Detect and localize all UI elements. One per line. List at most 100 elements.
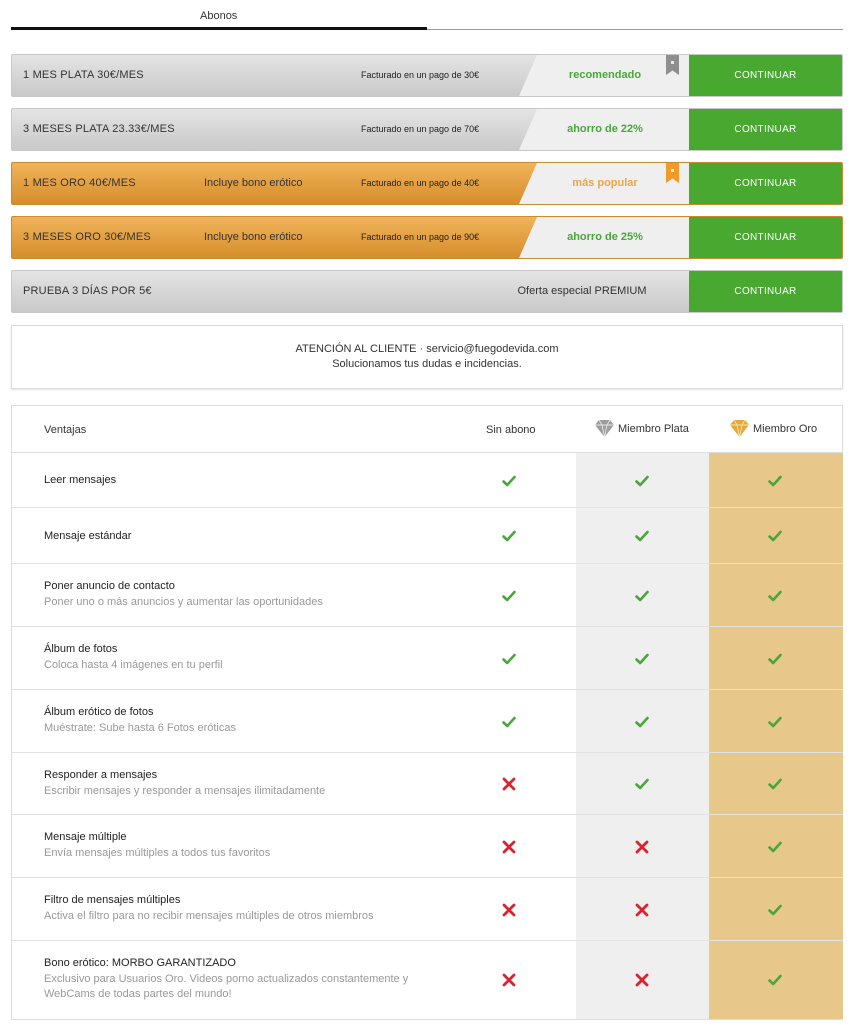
check-icon-plata [635, 715, 649, 729]
plans-list: 1 MES PLATA 30€/MES Facturado en un pago… [11, 54, 843, 324]
plan-extra: Incluye bono erótico [204, 231, 303, 243]
feature-text: Bono erótico: MORBO GARANTIZADO Exclusivo… [44, 957, 444, 1002]
header-ventajas: Ventajas [44, 424, 87, 436]
check-icon-sin-abono [502, 715, 516, 729]
plan-3-meses-plata: 3 MESES PLATA 23.33€/MES Facturado en un… [11, 108, 843, 151]
feature-title: Filtro de mensajes múltiples [44, 894, 181, 906]
plan-1-mes-plata: 1 MES PLATA 30€/MES Facturado en un pago… [11, 54, 843, 97]
features-header: Ventajas Sin abono Miembro Plata Miembro… [12, 406, 842, 453]
continue-button[interactable]: CONTINUAR [689, 55, 842, 96]
feature-text: Filtro de mensajes múltiples Activa el fi… [44, 894, 444, 924]
feature-text: Álbum erótico de fotos Muéstrate: Sube ha… [44, 706, 444, 736]
feature-title: Bono erótico: MORBO GARANTIZADO [44, 957, 236, 969]
check-icon-oro [768, 973, 782, 987]
feature-title: Responder a mensajes [44, 769, 158, 781]
check-icon-oro [768, 715, 782, 729]
plan-title: PRUEBA 3 DÍAS POR 5€ [23, 285, 152, 297]
header-miembro-plata: Miembro Plata [595, 420, 689, 437]
plan-badge: ahorro de 25% [567, 231, 643, 243]
feature-text: Mensaje múltiple Envía mensajes múltiples… [44, 831, 444, 861]
feature-description: Muéstrate: Sube hasta 6 Fotos eróticas [44, 722, 236, 734]
feature-row: Poner anuncio de contacto Poner uno o más… [12, 564, 843, 627]
gold-diamond-icon [730, 420, 749, 437]
header-miembro-oro-label: Miembro Oro [753, 422, 818, 435]
support-contact: ATENCIÓN AL CLIENTE · servicio@fuegodevi… [295, 343, 559, 355]
continue-button[interactable]: CONTINUAR [689, 217, 842, 258]
check-icon-oro [768, 777, 782, 791]
plan-billing: Facturado en un pago de 70€ [361, 124, 480, 134]
plan-extra: Incluye bono erótico [204, 177, 303, 189]
plan-1-mes-oro: 1 MES ORO 40€/MES Incluye bono erótico F… [11, 162, 843, 205]
plan-offer-label: Oferta especial PREMIUM [517, 285, 647, 297]
check-icon-sin-abono [502, 474, 516, 488]
feature-title: Álbum de fotos [44, 643, 118, 655]
feature-description: Envía mensajes múltiples a todos tus fav… [44, 847, 271, 859]
feature-title: Mensaje estándar [44, 530, 132, 542]
feature-description: Coloca hasta 4 imágenes en tu perfil [44, 659, 223, 671]
plan-billing: Facturado en un pago de 90€ [361, 232, 480, 242]
plan-badge-area: ahorro de 22% [519, 109, 691, 150]
feature-text: Álbum de fotos Coloca hasta 4 imágenes en… [44, 643, 444, 673]
cross-icon-sin-abono [502, 973, 516, 987]
plan-title: 3 MESES PLATA 23.33€/MES [23, 123, 175, 135]
check-icon-sin-abono [502, 529, 516, 543]
check-icon-oro [768, 589, 782, 603]
feature-title: Leer mensajes [44, 474, 117, 486]
continue-button[interactable]: CONTINUAR [689, 163, 842, 204]
plan-prueba: PRUEBA 3 DÍAS POR 5€ Oferta especial PRE… [11, 270, 843, 313]
check-icon-oro [768, 652, 782, 666]
check-icon-plata [635, 529, 649, 543]
feature-row: Álbum de fotos Coloca hasta 4 imágenes en… [12, 627, 843, 690]
silver-diamond-icon [595, 420, 614, 437]
feature-row: Leer mensajes [12, 453, 843, 508]
feature-text: Leer mensajes [44, 474, 116, 486]
plan-badge-area: ahorro de 25% [519, 217, 691, 258]
feature-row: Mensaje múltiple Envía mensajes múltiples… [12, 815, 843, 878]
check-icon-plata [635, 589, 649, 603]
cross-icon-plata [635, 973, 649, 987]
feature-row: Filtro de mensajes múltiples Activa el fi… [12, 878, 843, 941]
support-subtitle: Solucionamos tus dudas e incidencias. [332, 358, 522, 370]
check-icon-plata [635, 777, 649, 791]
check-icon-plata [635, 474, 649, 488]
feature-description: Escribir mensajes y responder a mensajes… [44, 785, 326, 797]
feature-row: Bono erótico: MORBO GARANTIZADO Exclusivo… [12, 941, 843, 1019]
plan-title: 1 MES ORO 40€/MES [23, 177, 136, 189]
check-icon-sin-abono [502, 589, 516, 603]
plan-title: 3 MESES ORO 30€/MES [23, 231, 151, 243]
bookmark-ribbon-icon [666, 163, 679, 183]
cross-icon-sin-abono [502, 777, 516, 791]
plan-3-meses-oro: 3 MESES ORO 30€/MES Incluye bono erótico… [11, 216, 843, 259]
check-icon-oro [768, 903, 782, 917]
feature-text: Mensaje estándar [44, 530, 131, 542]
feature-description: Exclusivo para Usuarios Oro. Videos porn… [44, 973, 409, 1000]
header-miembro-oro: Miembro Oro [730, 420, 817, 437]
cross-icon-plata [635, 903, 649, 917]
feature-title: Álbum erótico de fotos [44, 706, 154, 718]
plan-billing: Facturado en un pago de 30€ [361, 70, 480, 80]
header-miembro-plata-label: Miembro Plata [618, 422, 689, 435]
plan-badge: ahorro de 22% [567, 123, 643, 135]
feature-row: Mensaje estándar [12, 508, 843, 564]
bookmark-ribbon-icon [666, 55, 679, 75]
check-icon-oro [768, 840, 782, 854]
cross-icon-sin-abono [502, 903, 516, 917]
feature-text: Poner anuncio de contacto Poner uno o más… [44, 580, 444, 610]
continue-button[interactable]: CONTINUAR [689, 271, 842, 312]
feature-row: Álbum erótico de fotos Muéstrate: Sube ha… [12, 690, 843, 753]
support-box: ATENCIÓN AL CLIENTE · servicio@fuegodevi… [11, 325, 843, 389]
tab-abonos[interactable]: Abonos [11, 0, 427, 30]
feature-row: Responder a mensajes Escribir mensajes y … [12, 753, 843, 815]
features-table: Ventajas Sin abono Miembro Plata Miembro… [11, 405, 843, 1020]
check-icon-sin-abono [502, 652, 516, 666]
tab-abonos-label: Abonos [200, 10, 238, 22]
cross-icon-sin-abono [502, 840, 516, 854]
feature-description: Poner uno o más anuncios y aumentar las … [44, 596, 323, 608]
continue-button[interactable]: CONTINUAR [689, 109, 842, 150]
feature-description: Activa el filtro para no recibir mensaje… [44, 910, 374, 922]
features-body: Leer mensajes Mensaje estándar Poner anunc… [12, 453, 843, 1019]
check-icon-oro [768, 474, 782, 488]
plan-billing: Facturado en un pago de 40€ [361, 178, 480, 188]
check-icon-plata [635, 652, 649, 666]
check-icon-oro [768, 529, 782, 543]
